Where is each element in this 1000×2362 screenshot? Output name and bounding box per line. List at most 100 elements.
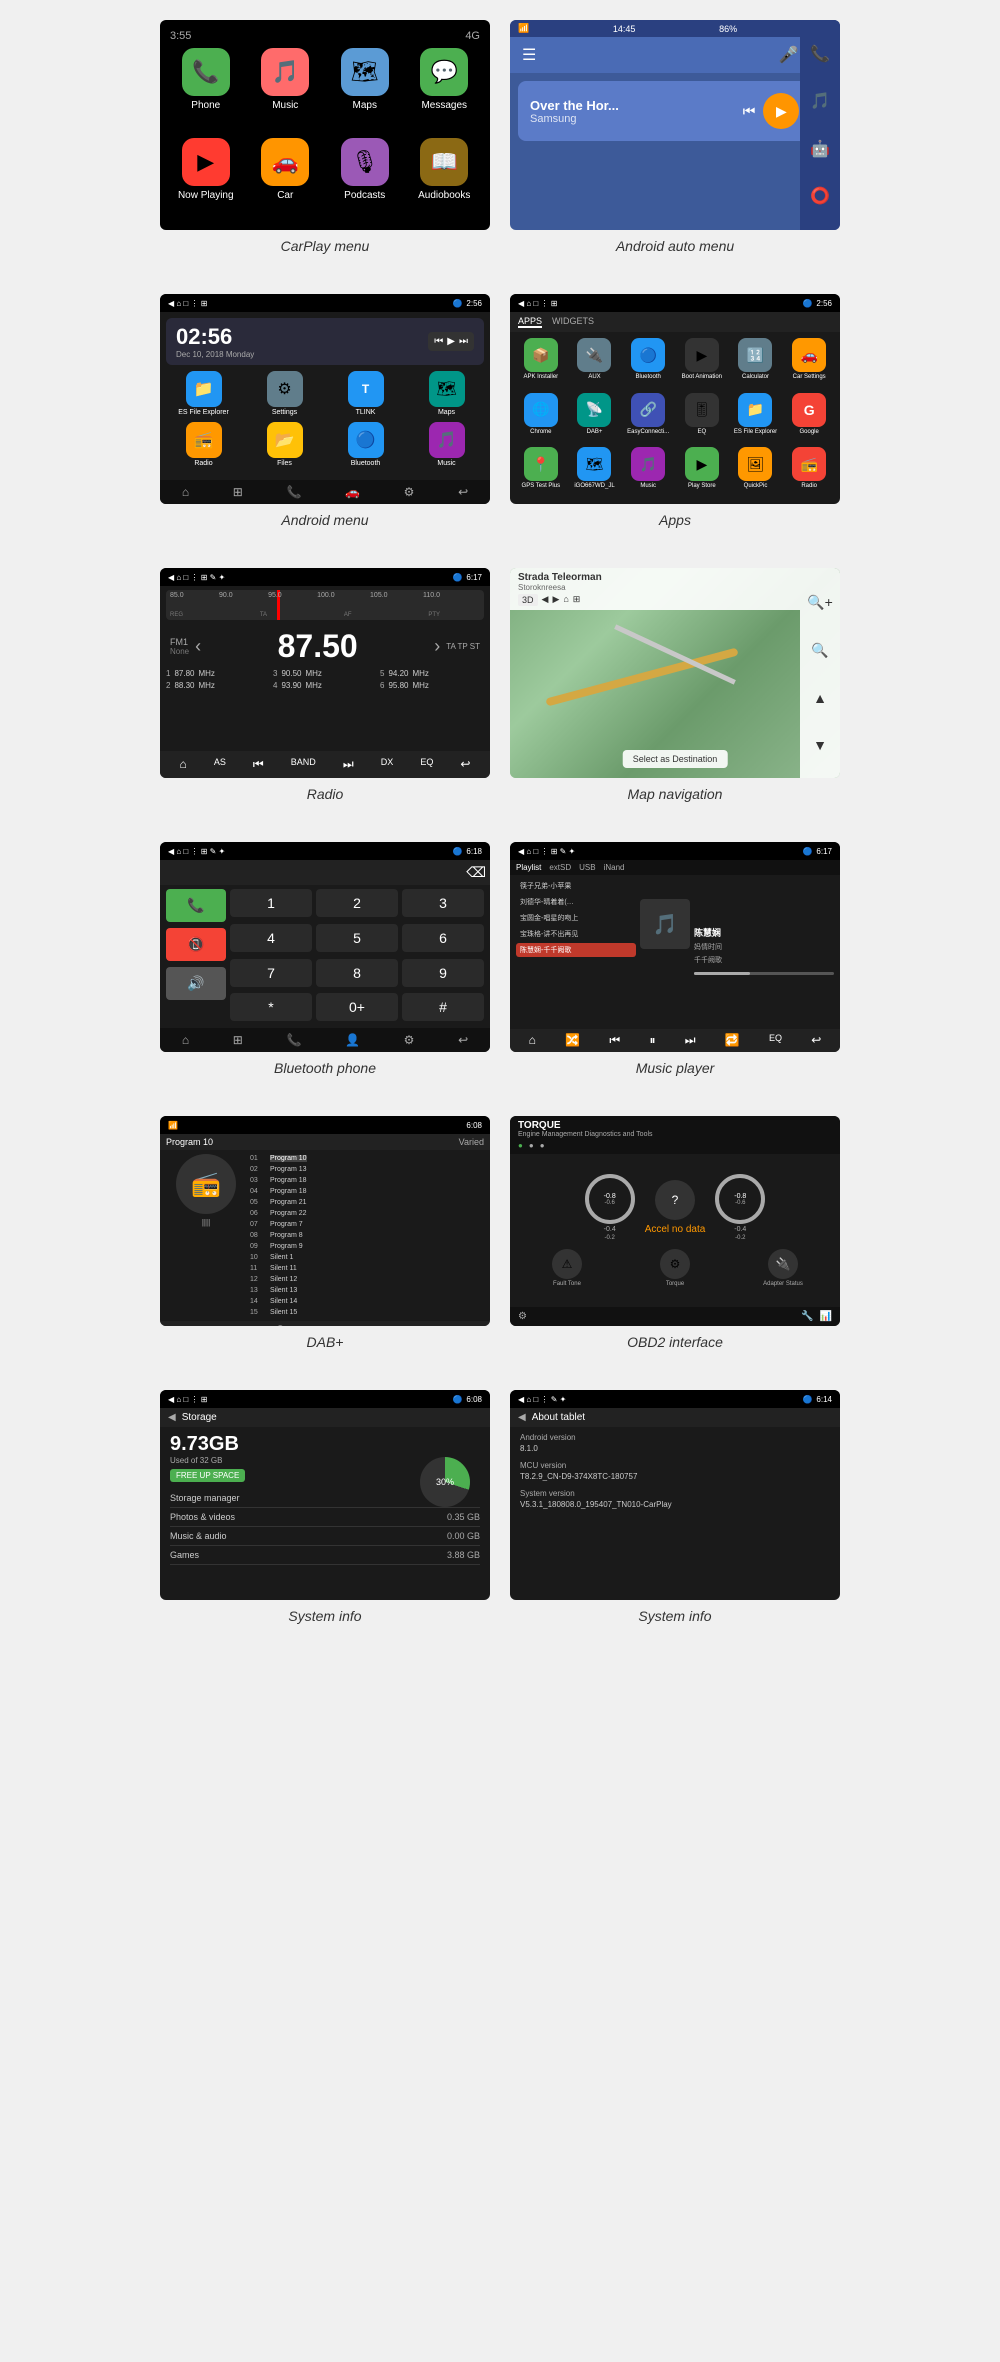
aa-sidebar-android[interactable]: 🤖 [810,139,830,159]
dab-prog-10[interactable]: 10 Silent 1 [250,1253,484,1262]
dab-prog-12[interactable]: 12 Silent 12 [250,1275,484,1284]
map-nav-right[interactable]: ▶ [552,594,559,606]
dab-prog-3[interactable]: 03 Program 18 [250,1176,484,1185]
app-igo[interactable]: 🗺 iGO667WD_JL [570,447,620,498]
radio-prev-arrow[interactable]: ‹ [195,636,201,657]
bt-key-2[interactable]: 2 [316,889,398,917]
bt-reject-button[interactable]: 📵 [166,928,226,961]
storage-item-games[interactable]: Games 3.88 GB [170,1546,480,1565]
dab-prog-2[interactable]: 02 Program 13 [250,1165,484,1174]
aa-menu-icon[interactable]: ☰ [522,45,536,65]
dab-pty-btn[interactable]: PTY [435,1325,453,1326]
dab-prev-btn[interactable]: ⏮ [197,1325,208,1326]
app-gps[interactable]: 📍 GPS Test Plus [516,447,566,498]
app-easyconnect[interactable]: 🔗 EasyConnecti... [623,393,673,444]
app-esfile[interactable]: 📁 ES File Explorer [731,393,781,444]
am-app-files[interactable]: 📂 Files [247,422,322,467]
dab-prog-8[interactable]: 08 Program 8 [250,1231,484,1240]
aa-sidebar-phone[interactable]: 📞 [810,44,830,64]
music-tab-playlist[interactable]: Playlist [516,863,541,872]
carplay-app-maps[interactable]: 🗺 Maps [329,48,401,130]
map-3d-btn[interactable]: 3D [518,594,538,606]
bt-key-6[interactable]: 6 [402,924,484,952]
music-item-5[interactable]: 陈慧娴-千千阙歌 [516,943,636,957]
am-app-maps[interactable]: 🗺 Maps [409,371,484,416]
carplay-app-phone[interactable]: 📞 Phone [170,48,242,130]
music-eq2-btn[interactable]: EQ [769,1033,782,1048]
am-app-bt[interactable]: 🔵 Bluetooth [328,422,403,467]
music-tab-inand[interactable]: iNand [604,863,625,872]
app-aux[interactable]: 🔌 AUX [570,338,620,389]
map-zoom-out[interactable]: 🔍 [811,642,828,659]
obd2-tools-icon[interactable]: 🔧 [801,1311,813,1322]
dab-prog-7[interactable]: 07 Program 7 [250,1220,484,1229]
radio-preset-1[interactable]: 1 87.80 MHz [166,669,270,678]
aa-sidebar-music[interactable]: 🎵 [810,91,830,111]
music-tab-usb[interactable]: USB [579,863,595,872]
radio-prev-btn[interactable]: ⏮ [253,757,264,772]
am-app-radio[interactable]: 📻 Radio [166,422,241,467]
am-app-esfile[interactable]: 📁 ES File Explorer [166,371,241,416]
obd2-graph-icon[interactable]: 📊 [820,1311,832,1322]
sysinfo1-back-icon[interactable]: ◀ [168,1412,176,1423]
dab-prog-15[interactable]: 15 Silent 15 [250,1308,484,1317]
bt-grid-icon[interactable]: ⊞ [233,1033,243,1047]
radio-eq-btn[interactable]: EQ [420,757,433,772]
am-grid-icon[interactable]: ⊞ [233,485,243,499]
map-nav-left[interactable]: ◀ [542,594,549,606]
am-app-tlink[interactable]: T TLINK [328,371,403,416]
map-nav-home[interactable]: ⌂ [563,594,568,606]
obd2-help-icon[interactable]: ? [655,1180,695,1220]
bt-accept-button[interactable]: 📞 [166,889,226,922]
map-up-arrow[interactable]: ▲ [813,690,827,706]
radio-home-btn[interactable]: ⌂ [180,757,187,772]
radio-as-btn[interactable]: AS [214,757,226,772]
obd2-fault-item[interactable]: ⚠ Fault Tone [516,1249,618,1287]
obd2-settings-icon[interactable]: ⚙ [518,1311,527,1322]
am-app-settings[interactable]: ⚙ Settings [247,371,322,416]
app-apk-installer[interactable]: 📦 APK Installer [516,338,566,389]
dab-prog-9[interactable]: 09 Program 9 [250,1242,484,1251]
app-music3[interactable]: 🎵 Music [623,447,673,498]
music-item-1[interactable]: 筷子兄弟-小苹果 [516,879,636,893]
dab-prog-4[interactable]: 04 Program 18 [250,1187,484,1196]
music-home-btn[interactable]: ⌂ [529,1033,536,1048]
bt-back2-icon[interactable]: ↩ [458,1033,468,1047]
aa-sidebar-circle[interactable]: ⭕ [810,186,830,206]
storage-item-music[interactable]: Music & audio 0.00 GB [170,1527,480,1546]
tab-widgets[interactable]: WIDGETS [552,316,594,328]
bt-key-5[interactable]: 5 [316,924,398,952]
bt-key-4[interactable]: 4 [230,924,312,952]
bt-phone2-icon[interactable]: 📞 [286,1033,301,1047]
am-settings2-icon[interactable]: ⚙ [404,485,415,499]
app-dab[interactable]: 📡 DAB+ [570,393,620,444]
am-back-icon[interactable]: ↩ [458,485,468,499]
radio-preset-2[interactable]: 2 88.30 MHz [166,681,270,690]
app-radio3[interactable]: 📻 Radio [784,447,834,498]
app-chrome[interactable]: 🌐 Chrome [516,393,566,444]
carplay-app-audiobooks[interactable]: 📖 Audiobooks [409,138,481,220]
dab-prog-14[interactable]: 14 Silent 14 [250,1297,484,1306]
carplay-app-music[interactable]: 🎵 Music [250,48,322,130]
app-eq[interactable]: 🎚 EQ [677,393,727,444]
bt-key-hash[interactable]: # [402,993,484,1021]
radio-next-arrow[interactable]: › [434,636,440,657]
am-car-icon[interactable]: 🚗 [345,485,360,499]
am-home-icon[interactable]: ⌂ [182,485,189,499]
music-item-4[interactable]: 宝珠格-讲不出再见 [516,927,636,941]
obd2-torque-item[interactable]: ⚙ Torque [624,1249,726,1287]
carplay-app-nowplaying[interactable]: ▶ Now Playing [170,138,242,220]
dab-search-btn[interactable]: 🔍 [275,1325,290,1326]
dab-prog-1[interactable]: 01 Program 10 [250,1154,484,1163]
bt-backspace-icon[interactable]: ⌫ [466,864,486,881]
app-car-settings[interactable]: 🚗 Car Settings [784,338,834,389]
app-bluetooth[interactable]: 🔵 Bluetooth [623,338,673,389]
music-prev-btn[interactable]: ⏮ [609,1033,620,1048]
radio-preset-4[interactable]: 4 93.90 MHz [273,681,377,690]
map-down-arrow[interactable]: ▼ [813,737,827,753]
app-boot-animation[interactable]: ▶ Boot Animation [677,338,727,389]
bt-person-icon[interactable]: 👤 [345,1033,360,1047]
free-up-button[interactable]: FREE UP SPACE [170,1469,245,1482]
app-google[interactable]: G Google [784,393,834,444]
music-back3-btn[interactable]: ↩ [811,1033,821,1048]
